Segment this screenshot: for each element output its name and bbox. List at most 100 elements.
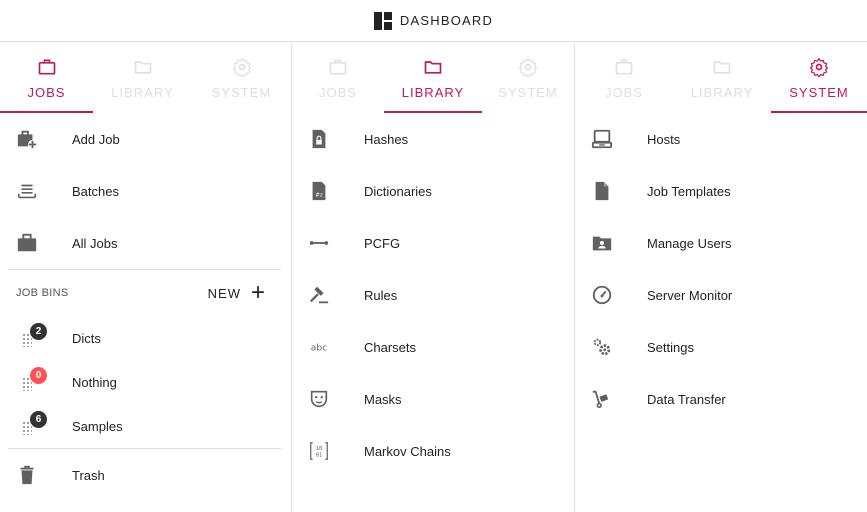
briefcase-icon — [613, 56, 635, 78]
bin-label: Samples — [72, 418, 123, 434]
add-job-icon — [0, 128, 72, 150]
menu-item-label: Rules — [364, 287, 398, 303]
gear-icon — [231, 56, 253, 78]
svg-text:10: 10 — [316, 446, 323, 452]
briefcase-icon — [0, 232, 72, 254]
menu-item-label: All Jobs — [72, 235, 118, 251]
pcfg-icon — [292, 232, 364, 254]
tab-jobs[interactable]: JOBS — [575, 43, 673, 113]
tab-system-label: SYSTEM — [789, 85, 849, 100]
hash-file-icon — [292, 128, 364, 150]
menu-item-label: Hosts — [647, 131, 681, 147]
bin-icon: 2 — [0, 323, 72, 353]
svg-text:#z: #z — [315, 193, 323, 199]
bin-item-nothing[interactable]: 0 Nothing — [0, 360, 291, 404]
new-bin-button[interactable]: NEW + — [207, 279, 265, 306]
top-bar: DASHBOARD — [0, 0, 867, 42]
bin-item-dicts[interactable]: 2 Dicts — [0, 316, 291, 360]
system-panel: JOBS LIBRARY SYSTEM Hosts Job Templates … — [575, 43, 867, 512]
library-menu: Hashes #z Dictionaries PCFG Rules abc Ch… — [292, 113, 574, 477]
briefcase-icon — [36, 56, 58, 78]
tab-bar: JOBS LIBRARY SYSTEM — [575, 43, 867, 113]
menu-item-label: Data Transfer — [647, 391, 726, 407]
folder-icon — [422, 56, 444, 78]
menu-item-rules[interactable]: Rules — [292, 269, 574, 321]
new-bin-label: NEW — [207, 285, 241, 301]
tab-jobs-label: JOBS — [605, 85, 643, 100]
laptop-icon — [575, 128, 647, 150]
menu-item-label: Settings — [647, 339, 694, 355]
tab-jobs-label: JOBS — [319, 85, 357, 100]
menu-item-server-monitor[interactable]: Server Monitor — [575, 269, 867, 321]
menu-item-label: PCFG — [364, 235, 401, 251]
plus-icon: + — [250, 279, 265, 306]
tab-jobs[interactable]: JOBS — [292, 43, 384, 113]
job-bins-title: JOB BINS — [16, 287, 69, 299]
gear-icon — [517, 56, 539, 78]
charset-icon: abc — [292, 336, 364, 358]
tab-system-label: SYSTEM — [211, 85, 272, 100]
menu-item-dictionaries[interactable]: #z Dictionaries — [292, 165, 574, 217]
tab-jobs[interactable]: JOBS — [0, 43, 93, 113]
svg-text:abc: abc — [311, 343, 327, 354]
file-icon — [575, 180, 647, 202]
bin-item-samples[interactable]: 6 Samples — [0, 404, 291, 448]
menu-item-hosts[interactable]: Hosts — [575, 113, 867, 165]
tab-system[interactable]: SYSTEM — [771, 43, 867, 113]
settings-icon — [575, 336, 647, 358]
bin-icon: 6 — [0, 411, 72, 441]
jobs-menu: Add Job Batches All Jobs — [0, 113, 291, 269]
menu-item-label: Hashes — [364, 131, 409, 147]
tab-system-label: SYSTEM — [498, 85, 558, 100]
jobs-panel: JOBS LIBRARY SYSTEM Add Job Batches All … — [0, 43, 292, 512]
bin-count-badge: 6 — [30, 411, 47, 428]
tab-system[interactable]: SYSTEM — [192, 43, 291, 113]
batches-icon — [0, 180, 72, 202]
trash-icon — [0, 464, 72, 486]
menu-item-add-job[interactable]: Add Job — [0, 113, 291, 165]
menu-item-settings[interactable]: Settings — [575, 321, 867, 373]
dashboard-icon — [373, 11, 392, 30]
menu-item-hashes[interactable]: Hashes — [292, 113, 574, 165]
menu-item-manage-users[interactable]: Manage Users — [575, 217, 867, 269]
system-menu: Hosts Job Templates Manage Users Server … — [575, 113, 867, 425]
bin-count-badge: 2 — [30, 323, 47, 340]
markov-matrix-icon: 10 01 — [292, 440, 364, 462]
menu-item-masks[interactable]: Masks — [292, 373, 574, 425]
mask-icon — [292, 388, 364, 410]
job-bins-header: JOB BINS NEW + — [0, 270, 291, 316]
menu-item-charsets[interactable]: abc Charsets — [292, 321, 574, 373]
menu-item-label: Masks — [364, 391, 402, 407]
tab-system[interactable]: SYSTEM — [482, 43, 574, 113]
menu-item-label: Batches — [72, 183, 119, 199]
bin-count-badge: 0 — [30, 367, 47, 384]
briefcase-icon — [327, 56, 349, 78]
menu-item-label: Charsets — [364, 339, 417, 355]
menu-item-label: Trash — [72, 467, 105, 483]
menu-item-label: Manage Users — [647, 235, 732, 251]
tab-library[interactable]: LIBRARY — [673, 43, 771, 113]
tab-jobs-label: JOBS — [27, 85, 66, 100]
menu-item-data-transfer[interactable]: Data Transfer — [575, 373, 867, 425]
tab-library[interactable]: LIBRARY — [384, 43, 482, 113]
tab-library[interactable]: LIBRARY — [93, 43, 192, 113]
menu-item-batches[interactable]: Batches — [0, 165, 291, 217]
menu-item-trash[interactable]: Trash — [0, 449, 291, 501]
page-title: DASHBOARD — [399, 13, 494, 28]
folder-icon — [711, 56, 733, 78]
tab-bar: JOBS LIBRARY SYSTEM — [292, 43, 574, 113]
bin-icon: 0 — [0, 367, 72, 397]
menu-item-pcfg[interactable]: PCFG — [292, 217, 574, 269]
gear-icon — [808, 56, 830, 78]
menu-item-all-jobs[interactable]: All Jobs — [0, 217, 291, 269]
menu-item-job-templates[interactable]: Job Templates — [575, 165, 867, 217]
folder-icon — [132, 56, 154, 78]
tab-bar: JOBS LIBRARY SYSTEM — [0, 43, 291, 113]
menu-item-label: Dictionaries — [364, 183, 432, 199]
menu-item-label: Markov Chains — [364, 443, 451, 459]
menu-item-label: Server Monitor — [647, 287, 733, 303]
menu-item-label: Add Job — [72, 131, 120, 147]
dictionary-file-icon: #z — [292, 180, 364, 202]
menu-item-markov-chains[interactable]: 10 01 Markov Chains — [292, 425, 574, 477]
gavel-icon — [292, 284, 364, 306]
